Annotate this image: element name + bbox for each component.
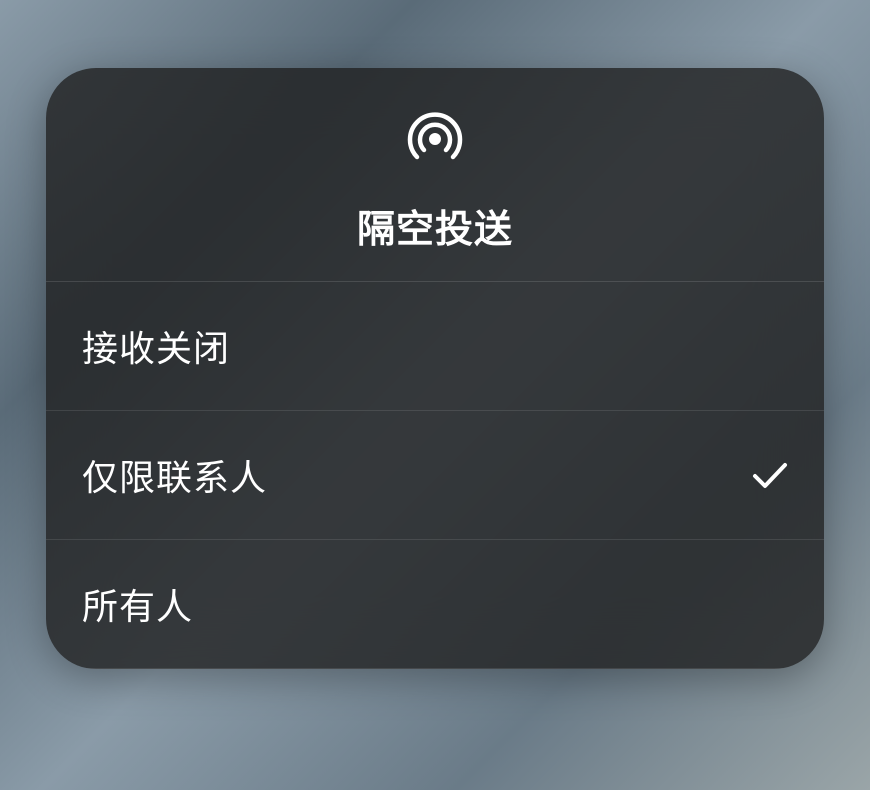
option-contacts-only[interactable]: 仅限联系人 xyxy=(46,411,824,540)
panel-title: 隔空投送 xyxy=(357,198,513,253)
option-label: 所有人 xyxy=(82,578,193,630)
checkmark-icon xyxy=(752,457,788,493)
option-everyone[interactable]: 所有人 xyxy=(46,540,824,669)
option-label: 仅限联系人 xyxy=(82,449,267,501)
airdrop-settings-panel: 隔空投送 接收关闭 仅限联系人 所有人 xyxy=(46,68,824,669)
panel-header: 隔空投送 xyxy=(46,68,824,282)
airdrop-icon xyxy=(404,108,466,170)
option-label: 接收关闭 xyxy=(82,320,230,372)
options-list: 接收关闭 仅限联系人 所有人 xyxy=(46,282,824,669)
option-receiving-off[interactable]: 接收关闭 xyxy=(46,282,824,411)
